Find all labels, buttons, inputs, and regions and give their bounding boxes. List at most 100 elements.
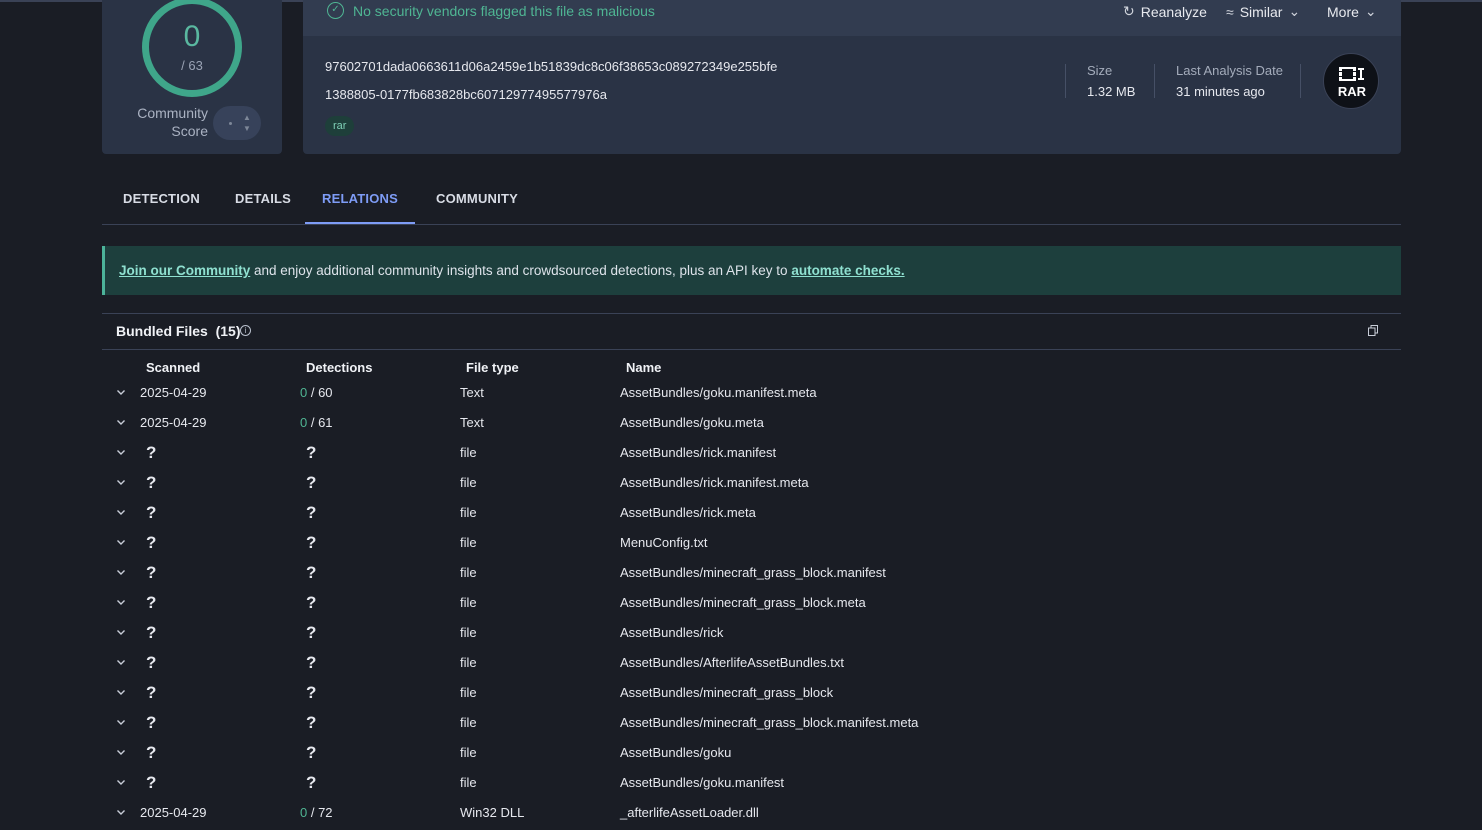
- file-type-cell: Win32 DLL: [460, 805, 525, 820]
- file-name-cell[interactable]: AssetBundles/goku: [620, 745, 731, 760]
- upvote-icon[interactable]: ▲: [243, 114, 251, 122]
- column-file-type[interactable]: File type: [466, 360, 519, 375]
- column-name[interactable]: Name: [626, 360, 661, 375]
- file-name-cell[interactable]: AssetBundles/rick.manifest: [620, 445, 776, 460]
- tab-detection[interactable]: DETECTION: [123, 184, 200, 224]
- detection-total: / 63: [181, 58, 203, 73]
- table-row[interactable]: 2025-04-29 0 / 72 Win32 DLL _afterlifeAsset…: [102, 800, 1401, 830]
- file-name-cell[interactable]: AssetBundles/goku.manifest.meta: [620, 385, 817, 400]
- detection-score: 0: [183, 20, 201, 53]
- tab-details[interactable]: DETAILS: [235, 184, 291, 224]
- scanned-date: 2025-04-29: [140, 805, 207, 820]
- expand-chevron-icon[interactable]: [116, 717, 126, 727]
- file-type-badge: RAR: [1323, 53, 1379, 109]
- scanned-unknown: ?: [146, 623, 157, 642]
- automate-checks-link[interactable]: automate checks.: [791, 263, 904, 278]
- expand-chevron-icon[interactable]: [116, 387, 126, 397]
- file-name-cell[interactable]: AssetBundles/minecraft_grass_block.meta: [620, 595, 866, 610]
- scanned-unknown: ?: [146, 773, 157, 792]
- table-row[interactable]: 2025-04-29 0 / 61 Text AssetBundles/goku.me…: [102, 410, 1401, 440]
- detections-unknown: ?: [306, 653, 317, 672]
- table-row[interactable]: ?? file AssetBundles/AfterlifeAssetBundles…: [102, 650, 1401, 680]
- file-name-cell[interactable]: AssetBundles/rick: [620, 625, 723, 640]
- expand-chevron-icon[interactable]: [116, 447, 126, 457]
- file-name-cell[interactable]: MenuConfig.txt: [620, 535, 707, 550]
- detections-cell[interactable]: 0 / 61: [300, 415, 333, 430]
- expand-chevron-icon[interactable]: [116, 687, 126, 697]
- more-button[interactable]: More ⌄: [1327, 3, 1377, 20]
- detections-cell[interactable]: 0 / 72: [300, 805, 333, 820]
- expand-chevron-icon[interactable]: [116, 597, 126, 607]
- expand-chevron-icon[interactable]: [116, 777, 126, 787]
- table-row[interactable]: ?? file MenuConfig.txt: [102, 530, 1401, 560]
- copy-icon[interactable]: [1368, 325, 1378, 336]
- detections-unknown: ?: [306, 563, 317, 582]
- join-community-link[interactable]: Join our Community: [119, 263, 250, 278]
- expand-chevron-icon[interactable]: [116, 507, 126, 517]
- file-name-cell[interactable]: AssetBundles/rick.manifest.meta: [620, 475, 809, 490]
- table-row[interactable]: ?? file AssetBundles/rick.meta: [102, 500, 1401, 530]
- file-name-cell[interactable]: AssetBundles/rick.meta: [620, 505, 756, 520]
- community-vote-control[interactable]: ▲ ▼: [213, 106, 261, 140]
- table-row[interactable]: ?? file AssetBundles/rick.manifest.meta: [102, 470, 1401, 500]
- tab-relations[interactable]: RELATIONS: [305, 184, 415, 224]
- file-type-cell: file: [460, 685, 477, 700]
- scanned-date: 2025-04-29: [140, 415, 207, 430]
- file-header-card: ✓ No security vendors flagged this file …: [303, 0, 1401, 154]
- file-name-cell[interactable]: AssetBundles/minecraft_grass_block.manif…: [620, 565, 886, 580]
- divider: [1065, 64, 1066, 98]
- file-hash[interactable]: 97602701dada0663611d06a2459e1b51839dc8c0…: [325, 59, 777, 74]
- table-row[interactable]: ?? file AssetBundles/rick: [102, 620, 1401, 650]
- file-name-cell[interactable]: AssetBundles/goku.manifest: [620, 775, 784, 790]
- chevron-down-icon: ⌄: [1364, 3, 1377, 19]
- file-name-cell[interactable]: _afterlifeAssetLoader.dll: [620, 805, 759, 820]
- file-name-cell[interactable]: AssetBundles/minecraft_grass_block: [620, 685, 833, 700]
- detections-unknown: ?: [306, 443, 317, 462]
- expand-chevron-icon[interactable]: [116, 627, 126, 637]
- similar-button[interactable]: ≈ Similar ⌄: [1226, 3, 1300, 20]
- community-score-label: Community Score: [137, 105, 208, 139]
- tab-community[interactable]: COMMUNITY: [436, 184, 518, 224]
- detections-unknown: ?: [306, 503, 317, 522]
- detections-cell[interactable]: 0 / 60: [300, 385, 333, 400]
- community-banner: Join our Community and enjoy additional …: [102, 246, 1401, 295]
- file-type-cell: file: [460, 595, 477, 610]
- reanalyze-label: Reanalyze: [1140, 3, 1207, 20]
- file-name-cell[interactable]: AssetBundles/goku.meta: [620, 415, 764, 430]
- reanalyze-button[interactable]: ↻ Reanalyze: [1123, 3, 1207, 20]
- file-name-cell[interactable]: AssetBundles/minecraft_grass_block.manif…: [620, 715, 918, 730]
- column-scanned[interactable]: Scanned: [146, 360, 200, 375]
- expand-chevron-icon[interactable]: [116, 417, 126, 427]
- table-row[interactable]: ?? file AssetBundles/goku.manifest: [102, 770, 1401, 800]
- detections-unknown: ?: [306, 683, 317, 702]
- file-type-cell: file: [460, 715, 477, 730]
- expand-chevron-icon[interactable]: [116, 537, 126, 547]
- table-row[interactable]: ?? file AssetBundles/minecraft_grass_block…: [102, 560, 1401, 590]
- bundled-files-count: (15): [215, 323, 241, 339]
- expand-chevron-icon[interactable]: [116, 747, 126, 757]
- scanned-unknown: ?: [146, 503, 157, 522]
- table-row[interactable]: ?? file AssetBundles/rick.manifest: [102, 440, 1401, 470]
- scanned-unknown: ?: [146, 743, 157, 762]
- expand-chevron-icon[interactable]: [116, 657, 126, 667]
- file-name-cell[interactable]: AssetBundles/AfterlifeAssetBundles.txt: [620, 655, 844, 670]
- file-tag[interactable]: rar: [325, 116, 355, 136]
- expand-chevron-icon[interactable]: [116, 477, 126, 487]
- scanned-unknown: ?: [146, 683, 157, 702]
- column-detections[interactable]: Detections: [306, 360, 372, 375]
- file-name: 1388805-0177fb683828bc607129774955779​76…: [325, 87, 607, 102]
- table-row[interactable]: ?? file AssetBundles/minecraft_grass_block…: [102, 710, 1401, 740]
- expand-chevron-icon[interactable]: [116, 567, 126, 577]
- table-row[interactable]: ?? file AssetBundles/minecraft_grass_block…: [102, 590, 1401, 620]
- table-row[interactable]: 2025-04-29 0 / 60 Text AssetBundles/goku.ma…: [102, 380, 1401, 410]
- file-type-cell: file: [460, 505, 477, 520]
- expand-chevron-icon[interactable]: [116, 807, 126, 817]
- detections-unknown: ?: [306, 593, 317, 612]
- info-icon[interactable]: i: [240, 325, 251, 336]
- file-type-label: RAR: [1337, 84, 1367, 99]
- downvote-icon[interactable]: ▼: [243, 125, 251, 133]
- bundled-files-title: Bundled Files (15): [116, 323, 240, 339]
- table-row[interactable]: ?? file AssetBundles/minecraft_grass_block: [102, 680, 1401, 710]
- detections-unknown: ?: [306, 533, 317, 552]
- table-row[interactable]: ?? file AssetBundles/goku: [102, 740, 1401, 770]
